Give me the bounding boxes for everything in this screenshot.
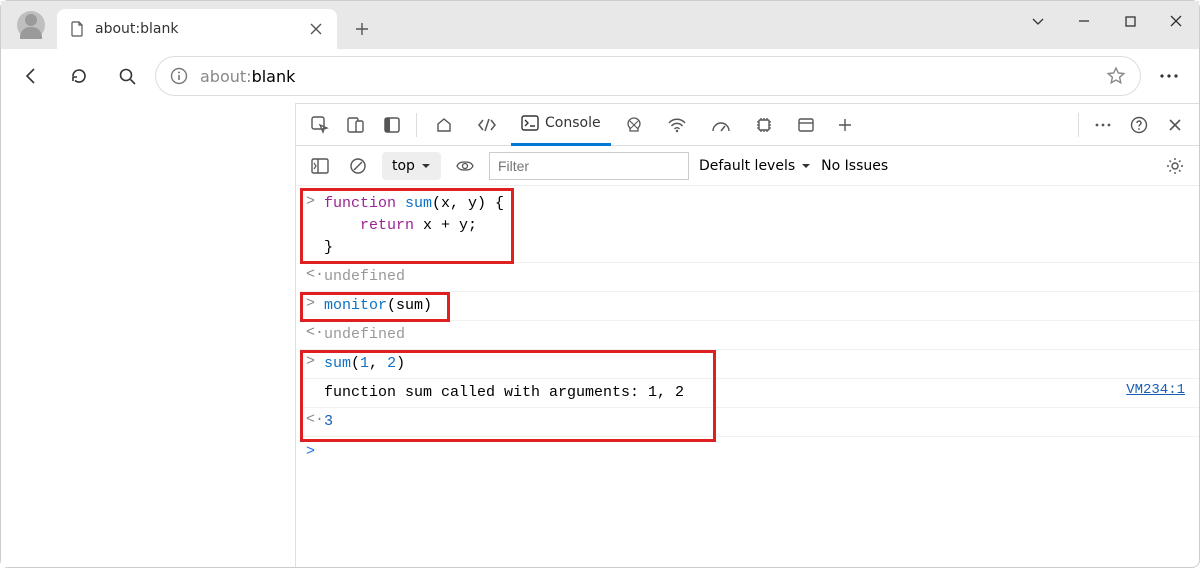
tab-elements[interactable] [467,104,507,146]
console-settings-icon[interactable] [1161,152,1189,180]
chevron-down-icon [421,161,431,171]
console-input-row: > monitor(sum) [300,292,1199,321]
reload-button[interactable] [59,56,99,96]
help-icon[interactable] [1123,109,1155,141]
context-selector[interactable]: top [382,152,441,180]
source-link[interactable]: VM234:1 [1126,382,1185,398]
info-icon[interactable] [170,67,188,85]
tab-console[interactable]: Console [511,104,611,146]
tab-application[interactable] [787,104,825,146]
address-bar[interactable]: about:blank [155,56,1141,96]
window-controls [1015,1,1199,41]
profile-avatar[interactable] [17,11,45,39]
console-output: > function sum(x, y) { return x + y; } <… [296,186,1199,567]
devtools-more-icon[interactable] [1087,109,1119,141]
page-icon [69,21,85,37]
more-button[interactable] [1149,56,1189,96]
close-window-button[interactable] [1153,1,1199,41]
tab-welcome[interactable] [425,104,463,146]
tab-title: about:blank [95,21,297,37]
devtools-close-icon[interactable] [1159,109,1191,141]
sidebar-toggle-icon[interactable] [306,152,334,180]
tab-performance[interactable] [701,104,741,146]
console-input-row: > sum(1, 2) [300,350,1199,379]
toolbar: about:blank [1,49,1199,103]
chevron-down-icon [801,161,811,171]
context-label: top [392,158,415,174]
more-tabs-button[interactable] [829,109,861,141]
dock-icon[interactable] [376,109,408,141]
favorite-icon[interactable] [1106,66,1126,86]
minimize-button[interactable] [1061,1,1107,41]
console-output-row: <· undefined [300,263,1199,292]
search-button[interactable] [107,56,147,96]
tab-network[interactable] [657,104,697,146]
new-tab-button[interactable] [345,12,379,46]
content-area: Console top [1,103,1199,567]
filter-input[interactable] [489,152,689,180]
tab-close-button[interactable] [307,20,325,38]
tab-console-label: Console [545,115,601,131]
back-button[interactable] [11,56,51,96]
titlebar: about:blank [1,1,1199,49]
url-text: about:blank [200,67,1094,86]
console-output-row: <· undefined [300,321,1199,350]
devtools-tabstrip: Console [296,104,1199,146]
devtools-panel: Console top [296,103,1199,567]
inspect-icon[interactable] [304,109,336,141]
chevron-down-icon[interactable] [1015,1,1061,41]
console-toolbar: top Default levels No Issues [296,146,1199,186]
live-expression-icon[interactable] [451,152,479,180]
console-prompt[interactable]: > [300,437,1199,466]
issues-label[interactable]: No Issues [821,158,888,174]
console-log-row: function sum called with arguments: 1, 2… [300,379,1199,408]
tab-sources[interactable] [615,104,653,146]
device-icon[interactable] [340,109,372,141]
log-levels[interactable]: Default levels [699,158,811,174]
console-output-row: <· 3 [300,408,1199,437]
console-input-row: > function sum(x, y) { return x + y; } [300,190,1199,263]
maximize-button[interactable] [1107,1,1153,41]
page-viewport [1,103,296,567]
tab-memory[interactable] [745,104,783,146]
clear-console-icon[interactable] [344,152,372,180]
browser-tab[interactable]: about:blank [57,9,337,49]
